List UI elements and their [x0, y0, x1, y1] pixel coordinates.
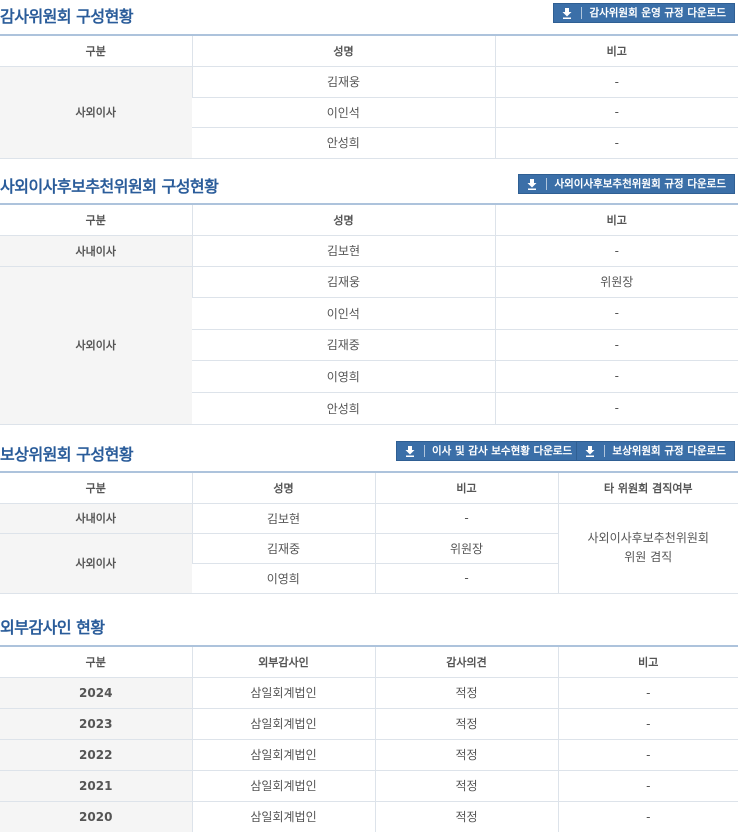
nomination-committee-download-button[interactable]: 사외이사후보추천위원회 규정 다운로드 — [518, 174, 735, 194]
header-name: 성명 — [191, 471, 375, 504]
group-label: 사외이사 — [0, 66, 192, 159]
outside-director-label: 사외이사 — [0, 266, 192, 425]
header-category: 구분 — [0, 471, 192, 504]
download-label: 보상위원회 규정 다운로드 — [612, 445, 726, 457]
download-label: 감사위원회 운영 규정 다운로드 — [589, 7, 726, 19]
header-name: 성명 — [191, 34, 495, 67]
member-name: 안성희 — [192, 392, 495, 425]
audit-year: 2024 — [0, 677, 192, 709]
audit-year: 2023 — [0, 708, 192, 740]
audit-note: - — [557, 770, 738, 802]
download-label: 사외이사후보추천위원회 규정 다운로드 — [554, 178, 726, 190]
auditor-name: 삼일회계법인 — [191, 677, 375, 709]
audit-opinion: 적정 — [374, 801, 558, 832]
audit-note: - — [557, 677, 738, 709]
header-auditor: 외부감사인 — [191, 645, 375, 678]
audit-committee-title: 감사위원회 구성현황 — [0, 7, 134, 26]
download-label: 이사 및 감사 보수현황 다운로드 — [432, 445, 573, 457]
download-icon — [403, 444, 417, 458]
member-note: - — [494, 329, 738, 361]
member-note: - — [494, 392, 738, 425]
member-name: 김보현 — [191, 235, 495, 267]
audit-opinion: 적정 — [374, 770, 558, 802]
audit-note: - — [557, 739, 738, 771]
header-category: 구분 — [0, 203, 192, 236]
header-category: 구분 — [0, 34, 192, 67]
inside-director-label: 사내이사 — [0, 503, 192, 534]
member-note: - — [494, 360, 738, 393]
member-note: - — [494, 235, 738, 267]
member-note: - — [494, 97, 738, 128]
header-note: 비고 — [494, 203, 738, 236]
header-category: 구분 — [0, 645, 192, 678]
member-note: 위원장 — [374, 533, 558, 564]
download-icon — [560, 6, 574, 20]
member-name: 김재중 — [191, 533, 375, 564]
concurrent-position: 사외이사후보추천위원회 위원 겸직 — [557, 503, 738, 594]
compensation-committee-download-button[interactable]: 보상위원회 규정 다운로드 — [576, 441, 735, 461]
external-auditor-title: 외부감사인 현황 — [0, 618, 105, 637]
member-name: 김재웅 — [191, 266, 495, 298]
inside-director-label: 사내이사 — [0, 235, 192, 267]
auditor-name: 삼일회계법인 — [191, 801, 375, 832]
audit-opinion: 적정 — [374, 708, 558, 740]
compensation-committee-table: 구분 성명 비고 타 위원회 겸직여부 사내이사 김보현 - 사외이사후보추천위… — [0, 471, 738, 594]
audit-year: 2020 — [0, 801, 192, 832]
header-concurrent: 타 위원회 겸직여부 — [557, 471, 738, 504]
member-name: 이영희 — [192, 360, 495, 393]
audit-opinion: 적정 — [374, 677, 558, 709]
member-note: 위원장 — [494, 266, 738, 298]
audit-year: 2021 — [0, 770, 192, 802]
member-note: - — [494, 297, 738, 330]
remuneration-status-download-button[interactable]: 이사 및 감사 보수현황 다운로드 — [396, 441, 582, 461]
member-note: - — [374, 503, 558, 534]
member-name: 이영희 — [192, 563, 375, 594]
audit-committee-table: 구분 성명 비고 사외이사 김재웅 - 이인석 - 안성희 - — [0, 34, 738, 159]
member-note: - — [494, 127, 738, 159]
header-note: 비고 — [557, 645, 738, 678]
audit-year: 2022 — [0, 739, 192, 771]
concurrent-line-2: 위원 겸직 — [624, 550, 673, 564]
audit-opinion: 적정 — [374, 739, 558, 771]
audit-note: - — [557, 708, 738, 740]
download-icon — [583, 444, 597, 458]
member-note: - — [374, 563, 558, 594]
nomination-committee-title: 사외이사후보추천위원회 구성현황 — [0, 177, 219, 196]
member-note: - — [494, 66, 738, 98]
audit-committee-download-button[interactable]: 감사위원회 운영 규정 다운로드 — [553, 3, 735, 23]
header-note: 비고 — [374, 471, 558, 504]
member-name: 김재중 — [192, 329, 495, 361]
compensation-committee-title: 보상위원회 구성현황 — [0, 445, 134, 464]
header-note: 비고 — [494, 34, 738, 67]
concurrent-line-1: 사외이사후보추천위원회 — [587, 531, 709, 545]
nomination-committee-table: 구분 성명 비고 사내이사 김보현 - 사외이사 김재웅 위원장 이인석 - 김… — [0, 203, 738, 425]
header-name: 성명 — [191, 203, 495, 236]
download-icon — [525, 177, 539, 191]
external-auditor-table: 구분 외부감사인 감사의견 비고 2024 삼일회계법인 적정 - 2023 삼… — [0, 645, 738, 832]
auditor-name: 삼일회계법인 — [191, 708, 375, 740]
header-opinion: 감사의견 — [374, 645, 558, 678]
member-name: 이인석 — [192, 297, 495, 330]
member-name: 안성희 — [192, 127, 495, 159]
member-name: 이인석 — [192, 97, 495, 128]
member-name: 김재웅 — [191, 66, 495, 98]
audit-note: - — [557, 801, 738, 832]
auditor-name: 삼일회계법인 — [191, 770, 375, 802]
outside-director-label: 사외이사 — [0, 533, 192, 594]
auditor-name: 삼일회계법인 — [191, 739, 375, 771]
member-name: 김보현 — [191, 503, 375, 534]
